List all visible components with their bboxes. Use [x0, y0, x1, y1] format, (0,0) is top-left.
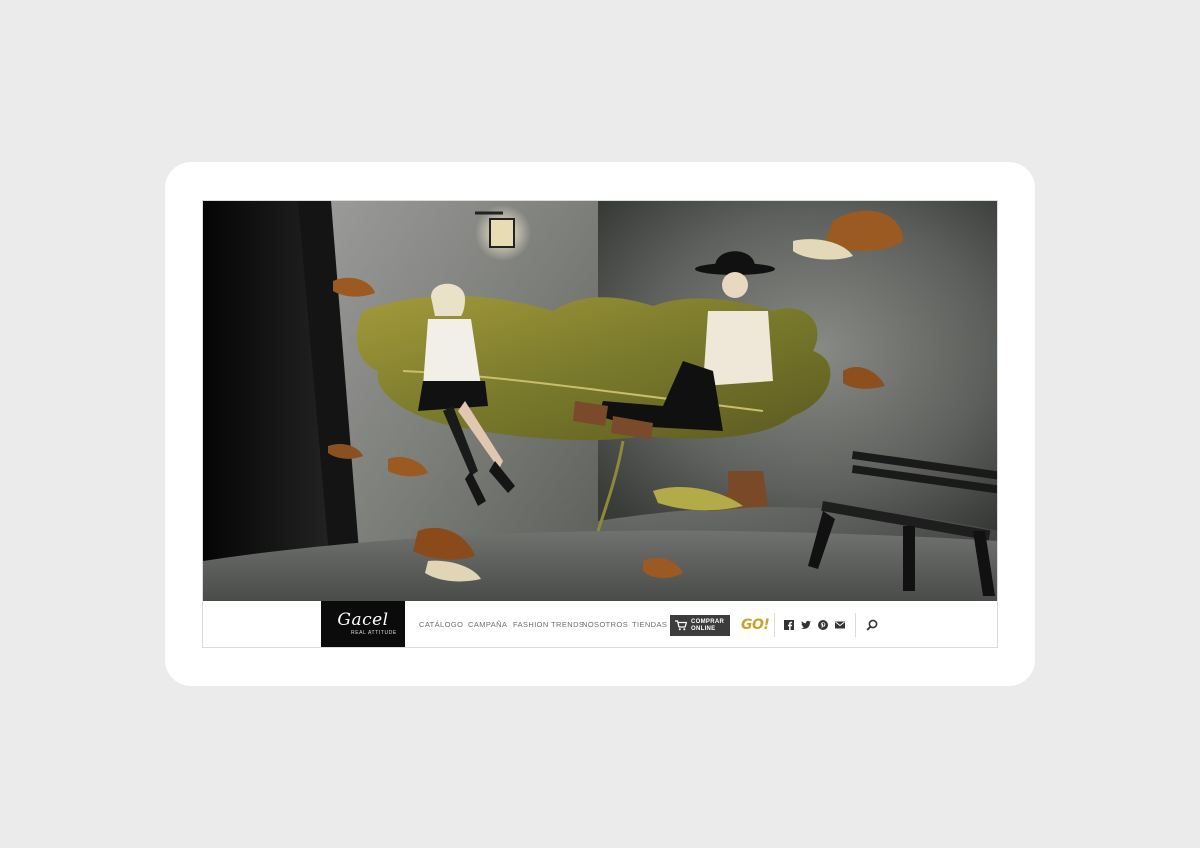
nav-item-tiendas[interactable]: TIENDAS [632, 620, 667, 629]
nav-item-campana[interactable]: CAMPAÑA [468, 620, 507, 629]
nav-item-catalogo[interactable]: CATÁLOGO [419, 620, 463, 629]
brand-tagline: REAL ATTITUDE [351, 630, 397, 636]
buy-online-button[interactable]: COMPRAR ONLINE [670, 615, 730, 636]
search-icon[interactable] [866, 619, 878, 631]
nav-divider [774, 613, 775, 637]
cart-icon [675, 620, 687, 631]
nav-item-fashion-trends[interactable]: FASHION TRENDS [513, 620, 584, 629]
nav-divider [855, 613, 856, 637]
buy-online-label-line2: ONLINE [691, 626, 716, 632]
twitter-icon[interactable] [801, 620, 811, 630]
website-screen: Gacel REAL ATTITUDE CATÁLOGO CAMPAÑA FAS… [202, 200, 998, 648]
brand-logo[interactable]: Gacel REAL ATTITUDE [321, 601, 405, 647]
nav-item-nosotros[interactable]: NOSOTROS [582, 620, 628, 629]
brand-logo-text: Gacel [337, 610, 389, 630]
main-nav-bar: Gacel REAL ATTITUDE CATÁLOGO CAMPAÑA FAS… [203, 601, 997, 647]
hero-campaign-image [203, 201, 997, 601]
facebook-icon[interactable] [784, 620, 794, 630]
pinterest-icon[interactable] [818, 620, 828, 630]
mail-icon[interactable] [835, 620, 845, 630]
go-logo[interactable]: GO! [741, 617, 770, 633]
buy-online-label-line1: COMPRAR [691, 619, 725, 625]
